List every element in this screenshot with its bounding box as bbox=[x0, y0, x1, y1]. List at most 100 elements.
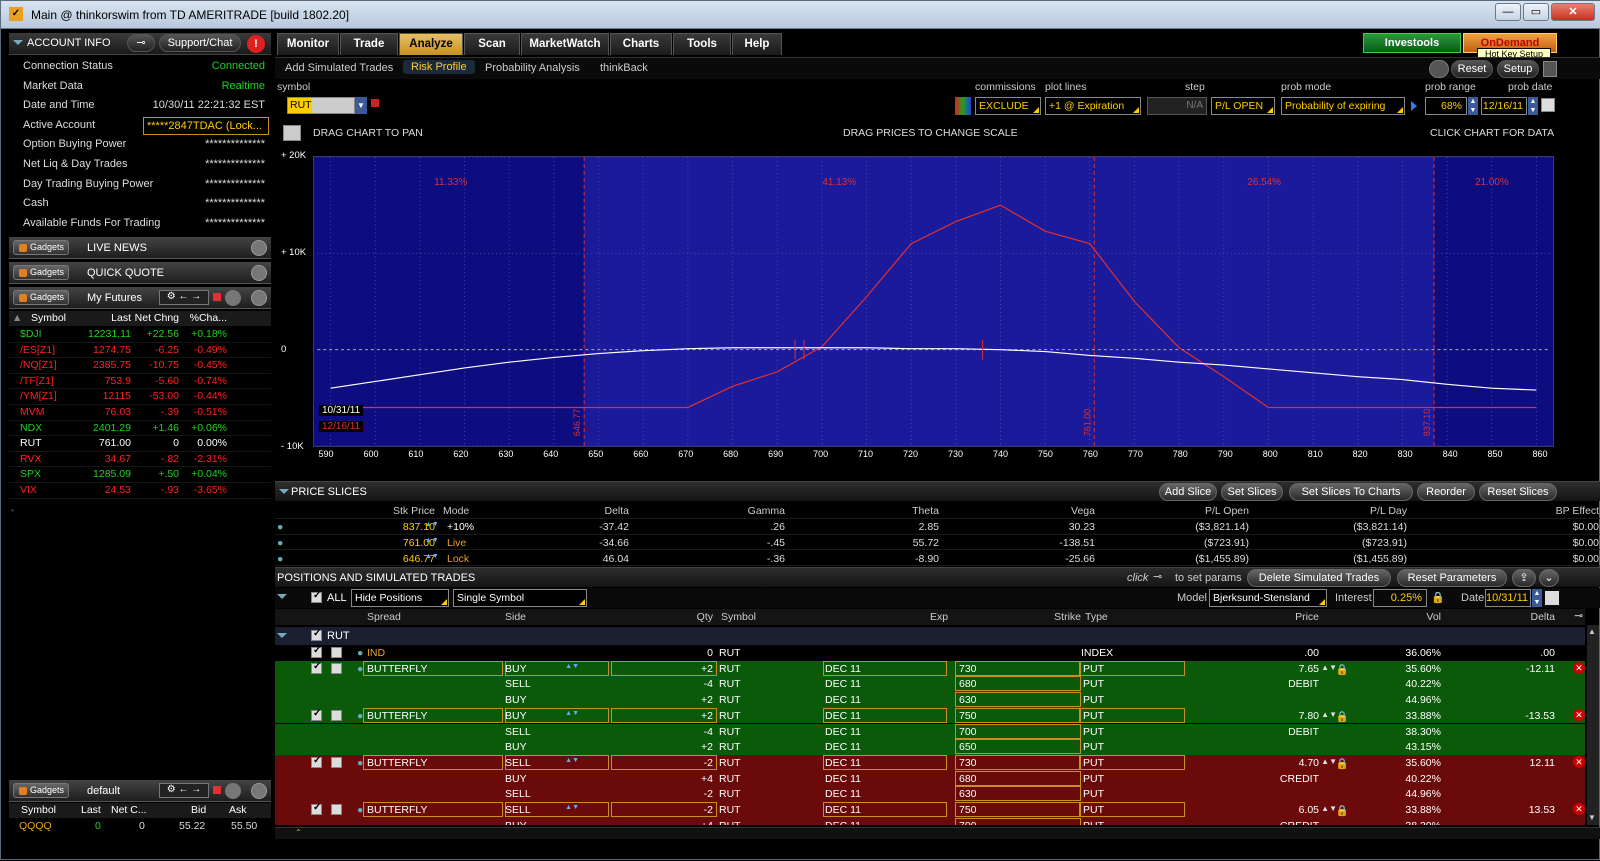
remove-icon[interactable]: ✕ bbox=[1573, 661, 1585, 674]
col-pct-change[interactable]: %Cha... bbox=[190, 312, 227, 324]
price-stepper-icon[interactable]: ▲▼ bbox=[1321, 804, 1337, 813]
tab-trade[interactable]: Trade bbox=[340, 33, 398, 55]
slice-row[interactable]: ● 837.10 +10% -37.42.26 2.85 30.23 ($3,821.14)… bbox=[275, 519, 1600, 535]
tab-analyze[interactable]: Analyze bbox=[399, 33, 463, 55]
collapse-icon[interactable] bbox=[13, 40, 23, 45]
slice-bullet-icon[interactable]: ● bbox=[277, 537, 283, 549]
account-info-header[interactable]: ACCOUNT INFO ⊸ Support/Chat ! bbox=[9, 33, 271, 55]
positions-col-header[interactable]: Strike bbox=[1054, 611, 1081, 623]
tab-scan[interactable]: Scan bbox=[464, 33, 520, 55]
trade-leg-row[interactable]: BUY +2 RUT DEC 11 630 PUT 44.96% bbox=[275, 692, 1585, 708]
qty-cell[interactable] bbox=[611, 754, 717, 770]
slice-col-header[interactable]: P/L Day bbox=[1370, 505, 1407, 517]
setup-button[interactable]: Setup bbox=[1497, 60, 1539, 78]
futures-row[interactable]: MVM 76.03 -.39 -0.51% bbox=[9, 405, 271, 421]
set-slices-to-charts-button[interactable]: Set Slices To Charts bbox=[1289, 483, 1413, 501]
slice-col-header[interactable]: Mode bbox=[443, 505, 469, 517]
quick-quote-gadget[interactable]: Gadgets QUICK QUOTE bbox=[9, 262, 271, 284]
slice-col-header[interactable]: Gamma bbox=[748, 505, 785, 517]
tab-marketwatch[interactable]: MarketWatch bbox=[521, 33, 609, 55]
collapse-icon[interactable] bbox=[277, 594, 287, 599]
symbol-dropdown-icon[interactable]: ▼ bbox=[355, 97, 367, 114]
positions-col-header[interactable]: Price bbox=[1295, 611, 1319, 623]
futures-row[interactable]: RUT 761.00 0 0.00% bbox=[9, 436, 271, 452]
print-icon[interactable] bbox=[1429, 60, 1449, 78]
price-stepper-icon[interactable]: ▲▼ bbox=[425, 537, 439, 544]
color-icon[interactable] bbox=[213, 786, 221, 794]
expand-icon[interactable]: ⌃ bbox=[295, 828, 311, 838]
slice-row[interactable]: ● 761.00 Live -34.66 -.45 55.72 -138.51 ($723.9… bbox=[275, 535, 1600, 551]
maximize-button[interactable]: ▭ bbox=[1523, 3, 1549, 21]
prob-mode-select[interactable]: Probability of expiring bbox=[1281, 97, 1405, 115]
lock-icon[interactable]: 🔒 bbox=[1431, 591, 1445, 604]
pl-open-select[interactable]: P/L OPEN bbox=[1211, 97, 1275, 115]
quote-row[interactable]: QQQQ 0 0 55.22 55.50 bbox=[9, 819, 271, 834]
trade-leg-row[interactable]: BUY +4 RUT DEC 11 680 PUT CREDIT 40.22% bbox=[275, 770, 1585, 787]
delete-simulated-trades-button[interactable]: Delete Simulated Trades bbox=[1247, 569, 1391, 587]
prob-date-stepper[interactable]: ▲ ▼ bbox=[1528, 97, 1538, 115]
trade-leg-row[interactable]: ●✕▲▼▲▼🔒BUTTERFLYBUY+2RUTDEC 11730PUT7.65… bbox=[275, 660, 1585, 677]
price-stepper-icon[interactable]: ▲▼ bbox=[1321, 663, 1337, 672]
futures-row[interactable]: VIX 24.53 -.93 -3.65% bbox=[9, 483, 271, 499]
slice-col-header[interactable]: Stk Price bbox=[393, 505, 435, 517]
alert-icon[interactable]: ! bbox=[247, 35, 265, 53]
gadgets-button[interactable]: Gadgets bbox=[13, 240, 69, 255]
reorder-button[interactable]: Reorder bbox=[1417, 483, 1475, 501]
rut-group-row[interactable]: RUT bbox=[275, 627, 1585, 645]
print-icon[interactable] bbox=[225, 290, 241, 306]
color-icon[interactable] bbox=[213, 293, 221, 301]
collapse-icon[interactable] bbox=[279, 489, 289, 494]
positions-col-header[interactable]: Delta bbox=[1530, 611, 1555, 623]
tab-tools[interactable]: Tools bbox=[673, 33, 731, 55]
live-news-gadget[interactable]: Gadgets LIVE NEWS bbox=[9, 237, 271, 259]
positions-col-header[interactable]: Type bbox=[1085, 611, 1108, 623]
price-stepper-icon[interactable]: ▲▼ bbox=[425, 521, 439, 528]
qty-stepper-icon[interactable]: ▲▼ bbox=[565, 757, 579, 764]
bullet-icon[interactable]: ● bbox=[357, 647, 363, 659]
group-checkbox[interactable] bbox=[311, 628, 322, 641]
lock-icon[interactable]: 🔒 bbox=[1336, 804, 1349, 817]
lock-icon[interactable]: 🔒 bbox=[1336, 710, 1349, 723]
add-row-icon[interactable]: ◦ bbox=[11, 505, 14, 515]
close-button[interactable]: ✕ bbox=[1551, 3, 1595, 21]
key-icon[interactable]: ⊸ bbox=[1574, 610, 1583, 622]
positions-col-header[interactable]: Symbol bbox=[721, 611, 756, 623]
subtab-risk-profile[interactable]: Risk Profile bbox=[403, 60, 475, 74]
gadget-menu-icon[interactable] bbox=[251, 783, 267, 799]
risk-profile-chart[interactable]: 646.77 761.00 837.10 11.33% 41.13% 26.54% 21.0… bbox=[313, 156, 1554, 447]
gadget-menu-icon[interactable] bbox=[251, 240, 267, 256]
col-net-chng[interactable]: Net Chng bbox=[135, 312, 179, 324]
commissions-select[interactable]: EXCLUDE bbox=[975, 97, 1041, 115]
row-checkbox-2[interactable] bbox=[331, 709, 342, 721]
slice-bullet-icon[interactable]: ● bbox=[277, 521, 283, 533]
qty-stepper-icon[interactable]: ▲▼ bbox=[565, 663, 579, 670]
color-icon[interactable] bbox=[371, 99, 379, 107]
bottom-splitter[interactable]: ⌃ bbox=[275, 827, 1600, 839]
subtab-probability-analysis[interactable]: Probability Analysis bbox=[485, 62, 580, 74]
add-slice-button[interactable]: Add Slice bbox=[1159, 483, 1217, 501]
trade-leg-row[interactable]: SELL -4 RUT DEC 11 680 PUT DEBIT 40.22% bbox=[275, 676, 1585, 693]
remove-icon[interactable]: ✕ bbox=[1573, 803, 1585, 815]
reset-slices-button[interactable]: Reset Slices bbox=[1479, 483, 1557, 501]
remove-icon[interactable]: ✕ bbox=[1573, 755, 1585, 768]
slice-col-header[interactable]: Vega bbox=[1071, 505, 1095, 517]
futures-row[interactable]: $DJI 12231.11 +22.56 +0.18% bbox=[9, 327, 271, 343]
gear-arrows-icon[interactable]: ⚙ ← → bbox=[159, 783, 209, 798]
futures-row[interactable]: RVX 34.67 -.82 -2.31% bbox=[9, 452, 271, 468]
key-icon[interactable]: ⊸ bbox=[127, 34, 155, 52]
lock-icon[interactable]: 🔒 bbox=[1336, 663, 1349, 676]
chart-settings-icon[interactable] bbox=[283, 125, 301, 141]
futures-row[interactable]: NDX 2401.29 +1.46 +0.06% bbox=[9, 421, 271, 437]
gadget-menu-icon[interactable] bbox=[251, 265, 267, 281]
slice-bullet-icon[interactable]: ● bbox=[277, 553, 283, 565]
tab-monitor[interactable]: Monitor bbox=[277, 33, 339, 55]
row-checkbox-2[interactable] bbox=[331, 756, 342, 768]
price-stepper-icon[interactable]: ▲▼ bbox=[1321, 757, 1337, 766]
date-input[interactable]: 10/31/11 bbox=[1485, 589, 1531, 607]
qty-stepper-icon[interactable]: ▲▼ bbox=[565, 804, 579, 811]
col-net-change[interactable]: Net C... bbox=[111, 804, 147, 816]
positions-scrollbar[interactable]: ▲ ▼ bbox=[1587, 625, 1599, 825]
row-checkbox-2[interactable] bbox=[331, 662, 342, 674]
price-stepper-icon[interactable]: ▲▼ bbox=[1321, 710, 1337, 719]
trade-leg-row[interactable]: ●✕▲▼▲▼🔒BUTTERFLYSELL-2RUTDEC 11730PUT4.7… bbox=[275, 754, 1585, 771]
